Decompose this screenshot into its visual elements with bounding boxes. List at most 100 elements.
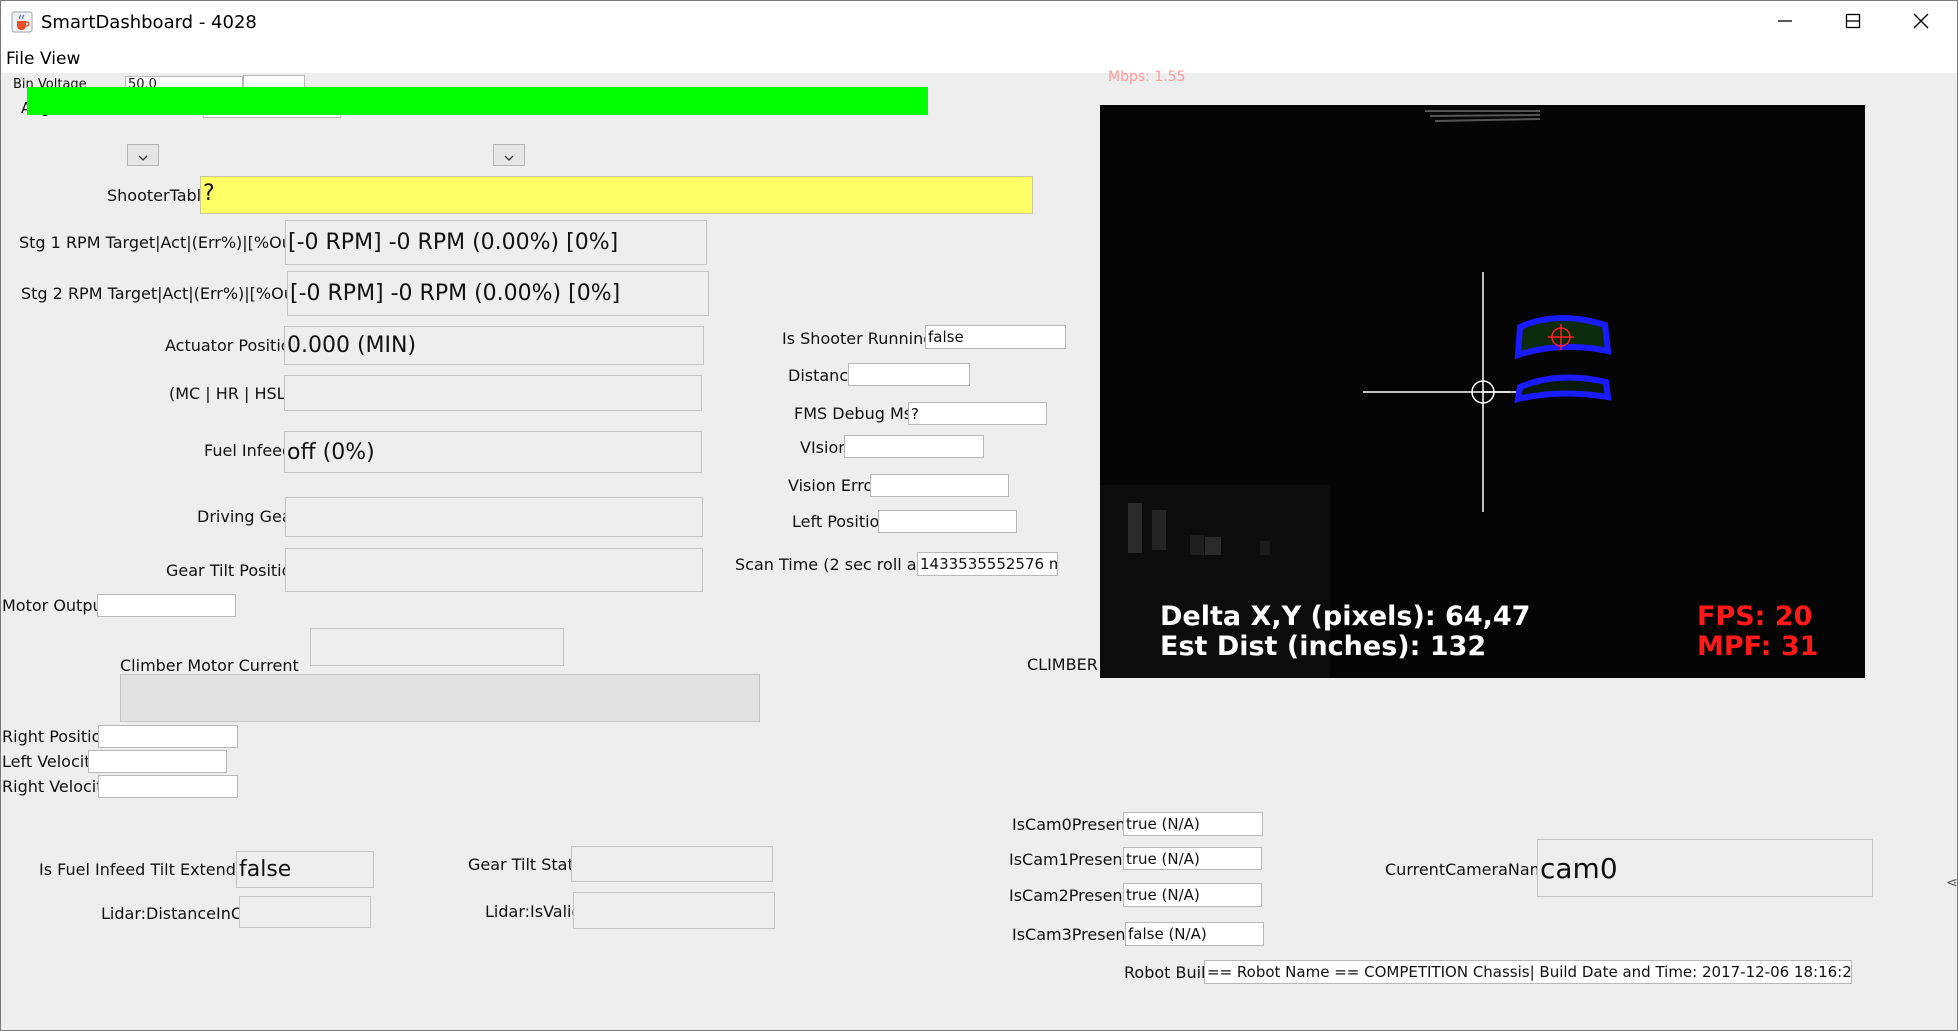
fuel-tilt-label: Is Fuel Infeed Tilt Extended bbox=[39, 860, 256, 879]
gear-tilt-state-display bbox=[571, 846, 773, 882]
actuator-value: 0.000 (MIN) bbox=[287, 333, 417, 358]
fms-debug-value: ? bbox=[911, 405, 919, 423]
left-position-field[interactable] bbox=[878, 510, 1017, 533]
est-dist-text: Est Dist (inches): 132 bbox=[1160, 631, 1487, 662]
cam2-field[interactable]: true (N/A) bbox=[1123, 883, 1262, 907]
robot-build-value: == Robot Name == COMPETITION Chassis| Bu… bbox=[1207, 963, 1852, 981]
maximize-button[interactable] bbox=[1819, 1, 1887, 45]
stg1-display: [-0 RPM] -0 RPM (0.00%) [0%] bbox=[285, 220, 707, 265]
lidar-distance-display bbox=[239, 896, 371, 928]
vision-field[interactable] bbox=[844, 435, 984, 458]
camera-stream[interactable]: Delta X,Y (pixels): 64,47 Est Dist (inch… bbox=[1100, 105, 1865, 678]
maximize-icon bbox=[1845, 13, 1861, 33]
fuel-infeed-value: off (0%) bbox=[287, 439, 375, 465]
delta-xy-text: Delta X,Y (pixels): 64,47 bbox=[1160, 601, 1531, 632]
mpf-text: MPF: 31 bbox=[1697, 631, 1819, 662]
mbps-readout: Mbps: 1.55 bbox=[1108, 69, 1186, 85]
vision-error-label: Vision Error bbox=[788, 476, 880, 495]
robot-build-label: Robot Build bbox=[1124, 963, 1216, 982]
stg1-value: [-0 RPM] -0 RPM (0.00%) [0%] bbox=[288, 230, 619, 255]
cam0-field[interactable]: true (N/A) bbox=[1123, 812, 1263, 836]
fuel-tilt-value: false bbox=[239, 857, 292, 882]
smartdashboard-window: SmartDashboard - 4028 File View Bin Volt… bbox=[0, 0, 1958, 1031]
java-cup-icon bbox=[11, 11, 33, 33]
gear-tilt-position-display bbox=[285, 548, 703, 592]
window-title: SmartDashboard - 4028 bbox=[41, 12, 257, 33]
minimize-button-real[interactable] bbox=[1751, 1, 1819, 45]
gear-tilt-position-label: Gear Tilt Position bbox=[166, 561, 302, 580]
left-velocity-label: Left Velocity bbox=[2, 752, 100, 771]
cam0-value: true (N/A) bbox=[1126, 815, 1200, 833]
cam1-label: IsCam1Present? bbox=[1009, 850, 1138, 869]
shooter-table-value: ? bbox=[203, 181, 215, 206]
mc-hr-hsl-label: (MC | HR | HSL) bbox=[169, 384, 292, 403]
shooter-table-field[interactable]: ? bbox=[200, 176, 1033, 214]
right-velocity-field[interactable] bbox=[98, 775, 238, 798]
menu-bar: File View bbox=[1, 47, 1957, 73]
fps-text: FPS: 20 bbox=[1697, 601, 1813, 632]
vision-label: VIsion bbox=[800, 438, 849, 457]
right-velocity-label: Right Velocity bbox=[2, 777, 112, 796]
current-camera-label: CurrentCameraName: bbox=[1385, 860, 1561, 879]
right-position-field[interactable] bbox=[98, 725, 238, 748]
camera-scene bbox=[1100, 105, 1865, 678]
dashboard-panel: Bin Voltage Ang 50.0 Mbps: 1.55 ShooterT… bbox=[1, 69, 1958, 1030]
climber-motor-current-label: Climber Motor Current bbox=[120, 656, 299, 675]
motor-output-field[interactable] bbox=[97, 594, 236, 617]
scan-time-label: Scan Time (2 sec roll avg) bbox=[735, 555, 943, 574]
stg1-label: Stg 1 RPM Target|Act|(Err%)|[%Out] bbox=[19, 233, 305, 252]
robot-build-field[interactable]: == Robot Name == COMPETITION Chassis| Bu… bbox=[1204, 960, 1852, 984]
lidar-valid-display bbox=[573, 892, 775, 929]
distance-field[interactable] bbox=[848, 363, 970, 386]
shooter-table-label: ShooterTable bbox=[107, 186, 211, 205]
scan-time-value: 1433535552576 mS bbox=[920, 555, 1058, 573]
climber-label: CLIMBER bbox=[1027, 655, 1098, 674]
cam1-field[interactable]: true (N/A) bbox=[1123, 847, 1262, 870]
fms-debug-field[interactable]: ? bbox=[908, 402, 1047, 425]
current-camera-display: cam0 bbox=[1537, 839, 1873, 897]
motor-output-label: Motor Output bbox=[2, 596, 109, 615]
fuel-infeed-label: Fuel Infeed bbox=[204, 441, 293, 460]
left-position-label: Left Position bbox=[792, 512, 890, 531]
cam3-field[interactable]: false (N/A) bbox=[1125, 922, 1264, 946]
driving-gear-label: Driving Gear bbox=[197, 507, 299, 526]
chooser-dropdown-2[interactable] bbox=[493, 144, 525, 166]
minimize-icon bbox=[1777, 13, 1793, 33]
chooser-dropdown-1[interactable] bbox=[127, 144, 159, 166]
shooter-running-field[interactable]: false bbox=[925, 325, 1066, 349]
mc-hr-hsl-display bbox=[284, 375, 702, 411]
close-icon bbox=[1913, 13, 1929, 33]
close-button[interactable] bbox=[1887, 1, 1955, 45]
driving-gear-display bbox=[285, 497, 703, 537]
current-camera-value: cam0 bbox=[1540, 851, 1618, 885]
status-green-bar bbox=[27, 87, 928, 115]
vision-error-field[interactable] bbox=[870, 474, 1009, 497]
scan-time-field[interactable]: 1433535552576 mS bbox=[917, 552, 1058, 576]
title-bar[interactable]: SmartDashboard - 4028 bbox=[1, 1, 1957, 45]
stg2-label: Stg 2 RPM Target|Act|(Err%)|[%Out] bbox=[21, 284, 307, 303]
climber-motor-current-box bbox=[310, 628, 564, 666]
cam2-value: true (N/A) bbox=[1126, 886, 1200, 904]
actuator-display: 0.000 (MIN) bbox=[284, 326, 704, 365]
shooter-running-label: Is Shooter Running? bbox=[782, 329, 942, 348]
menu-view[interactable]: View bbox=[40, 49, 80, 69]
right-position-label: Right Position bbox=[2, 727, 112, 746]
chevron-down-icon bbox=[504, 146, 514, 165]
cam0-label: IsCam0Present: bbox=[1012, 815, 1138, 834]
chevron-down-icon bbox=[138, 146, 148, 165]
menu-file[interactable]: File bbox=[6, 49, 34, 69]
gear-tilt-state-label: Gear Tilt State bbox=[468, 855, 584, 874]
actuator-label: Actuator Position bbox=[165, 336, 301, 355]
lidar-distance-label: Lidar:DistanceInCm bbox=[101, 904, 258, 923]
stg2-display: [-0 RPM] -0 RPM (0.00%) [0%] bbox=[287, 271, 709, 316]
climber-motor-current-graph bbox=[120, 674, 760, 722]
cam1-value: true (N/A) bbox=[1126, 850, 1200, 868]
fuel-infeed-display: off (0%) bbox=[284, 431, 702, 473]
resize-handle-icon[interactable]: ⋖ bbox=[1946, 875, 1958, 891]
shooter-running-value: false bbox=[928, 328, 964, 346]
fms-debug-label: FMS Debug Msg bbox=[794, 404, 923, 423]
cam3-label: IsCam3Present? bbox=[1012, 925, 1141, 944]
fuel-tilt-display: false bbox=[236, 851, 374, 888]
left-velocity-field[interactable] bbox=[88, 750, 227, 773]
cam3-value: false (N/A) bbox=[1128, 925, 1207, 943]
